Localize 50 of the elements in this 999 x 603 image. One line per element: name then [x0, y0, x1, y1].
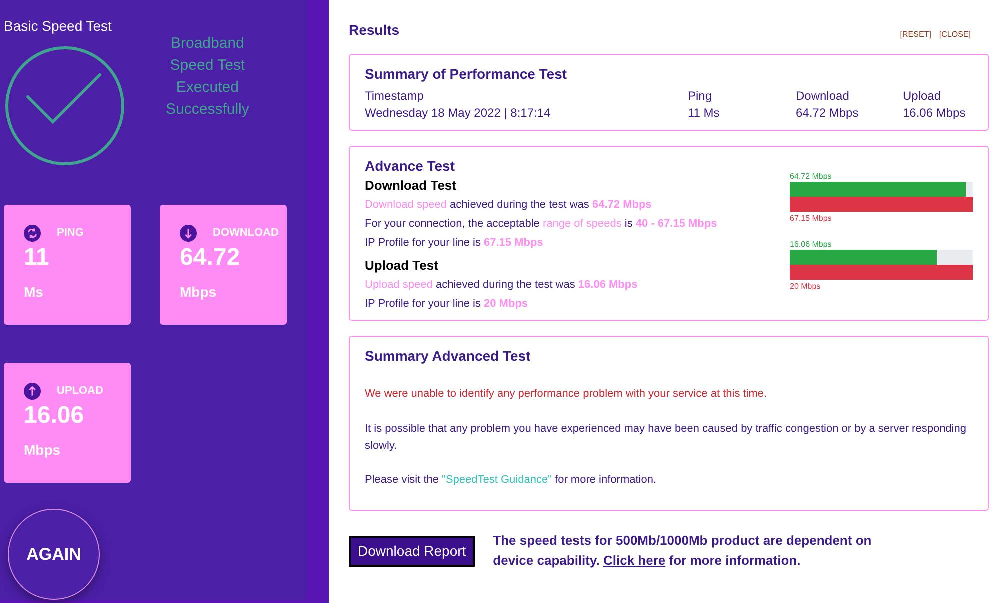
summary-label: Download [796, 88, 850, 105]
action-link[interactable]: [CLOSE] [939, 29, 971, 41]
result-sentence: Download speed achieved during the test was 64.72 Mbps [365, 198, 653, 213]
stat-value: 11 [24, 246, 50, 270]
result-sentence: Upload speed achieved during the test was 16.06 Mbps [365, 278, 638, 293]
stat-label: DOWNLOAD [213, 226, 279, 242]
result-sentence: IP Profile for your line is 20 Mbps [365, 297, 530, 312]
status-text: Broadband [170, 34, 244, 54]
measured-speed-label: 64.72 Mbps [790, 171, 833, 182]
again-button[interactable]: AGAIN [8, 509, 100, 600]
stat-value: 16.06 [24, 404, 86, 428]
download-report-button[interactable]: Download Report [349, 536, 476, 566]
action-link[interactable]: [RESET] [900, 29, 932, 41]
result-sentence: For your connection, the acceptable range of speeds is 40 - 67.15 Mbps [365, 217, 718, 232]
card-title: Advance Test [365, 157, 455, 176]
stat-label: UPLOAD [57, 384, 104, 400]
summary-label: Upload [903, 88, 942, 105]
profile-speed-label: 67.15 Mbps [790, 213, 833, 225]
click-here-link[interactable]: Click here [603, 553, 666, 568]
summary-label: Ping [688, 88, 714, 105]
result-sentence: IP Profile for your line is 67.15 Mbps [365, 236, 544, 251]
status-text: Successfully [166, 100, 250, 120]
summary-value: 11 Ms [688, 105, 721, 122]
check-circle-icon [4, 45, 126, 167]
stat-unit: Ms [24, 283, 44, 302]
note-text: It is possible that any problem you have experienced may have been caused by traffic congestion or by a server responding slowly. [365, 422, 968, 454]
results-title: Results [349, 21, 400, 40]
card-title: Summary Advanced Test [365, 347, 532, 366]
stat-unit: Mbps [180, 283, 218, 302]
guidance-text: Please visit the "SpeedTest Guidance" for more information. [365, 472, 658, 488]
ping-icon [24, 225, 41, 242]
stat-unit: Mbps [24, 441, 62, 460]
notice-text: The speed tests for 500Mb/1000Mb product are dependent on device capability. Click here for more information. [493, 532, 873, 570]
summary-value: 16.06 Mbps [903, 105, 967, 122]
profile-speed-label: 20 Mbps [790, 281, 822, 293]
status-text: Speed Test [170, 56, 246, 76]
summary-value: Wednesday 18 May 2022 | 8:17:14 [365, 105, 552, 122]
download-icon [180, 225, 197, 242]
measured-speed-label: 16.06 Mbps [790, 239, 833, 250]
status-text: Executed [176, 78, 239, 98]
test-title: Download Test [365, 177, 458, 194]
summary-value: 64.72 Mbps [796, 105, 860, 122]
card-title: Summary of Performance Test [365, 65, 568, 84]
upload-icon [24, 383, 41, 400]
stat-label: PING [57, 226, 84, 242]
sidebar-title: Basic Speed Test [4, 17, 113, 36]
summary-label: Timestamp [365, 88, 425, 105]
test-title: Upload Test [365, 257, 440, 274]
stat-value: 64.72 [180, 246, 242, 270]
alert-text: We were unable to identify any performance problem with your service at this time. [365, 387, 768, 402]
